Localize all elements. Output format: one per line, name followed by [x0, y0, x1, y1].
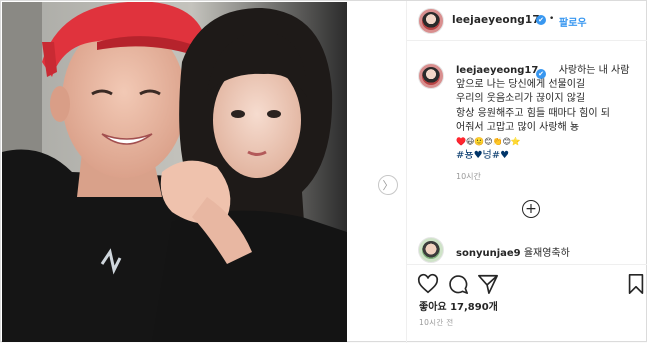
load-more-comments-button[interactable]: +: [522, 200, 540, 218]
post-header: leejaeyeong17 ✔ • 팔로우: [407, 1, 647, 41]
caption-author-username[interactable]: leejaeyeong17: [456, 65, 538, 76]
verified-badge-icon: ✔: [536, 15, 546, 25]
caption-line-3: 우리의 웃음소리가 끊이지 않길: [456, 93, 586, 105]
caption-timestamp[interactable]: 10시간: [456, 171, 481, 182]
chevron-right-icon: 〉: [382, 179, 394, 192]
post-caption: leejaeyeong17 사랑하는 내 사람 앞으로 나는 당신에게 선물이길…: [456, 64, 646, 163]
caption-hashtags[interactable]: #뇽♥넝#♥: [456, 149, 646, 163]
follow-button[interactable]: 팔로우: [559, 14, 587, 29]
caption-line-2: 앞으로 나는 당신에게 선물이길: [456, 79, 586, 91]
post-timestamp[interactable]: 10시간 전: [419, 317, 453, 328]
commenter-avatar[interactable]: [418, 237, 444, 263]
share-icon[interactable]: [477, 273, 499, 295]
post-sidebar: leejaeyeong17 ✔ • 팔로우 ✔ leejaeyeong17 사랑…: [406, 1, 647, 343]
caption-emoji-line: ♥️😃🙂😊👏😊⭐️: [456, 137, 521, 147]
heart-icon[interactable]: [417, 273, 439, 295]
caption-author-avatar[interactable]: [418, 63, 444, 89]
caption-line-1: 사랑하는 내 사람: [558, 65, 630, 76]
post-photo[interactable]: [2, 2, 347, 342]
comment-username[interactable]: sonyunjae9: [456, 248, 521, 259]
photo-illustration: [2, 2, 347, 342]
caption-line-5: 어줘서 고맙고 많이 사랑해 뇽: [456, 121, 580, 133]
bookmark-icon[interactable]: [625, 273, 647, 295]
author-avatar[interactable]: [418, 8, 444, 34]
likes-count[interactable]: 좋아요 17,890개: [419, 298, 498, 313]
comment-text: 율재영축하: [523, 248, 570, 259]
comment-icon[interactable]: [447, 273, 469, 295]
caption-line-4: 항상 응원해주고 힘들 때마다 힘이 되: [456, 107, 610, 119]
author-username[interactable]: leejaeyeong17: [452, 14, 540, 26]
instagram-post-modal: 〉 leejaeyeong17 ✔ • 팔로우 ✔ leejaeyeong17 …: [0, 0, 647, 343]
post-actions-bar: 좋아요 17,890개 10시간 전: [407, 264, 647, 343]
separator-dot: •: [549, 14, 555, 24]
next-photo-button[interactable]: 〉: [378, 175, 398, 195]
comment-item: sonyunjae9 율재영축하: [456, 244, 570, 259]
plus-circle-icon: +: [525, 201, 537, 217]
